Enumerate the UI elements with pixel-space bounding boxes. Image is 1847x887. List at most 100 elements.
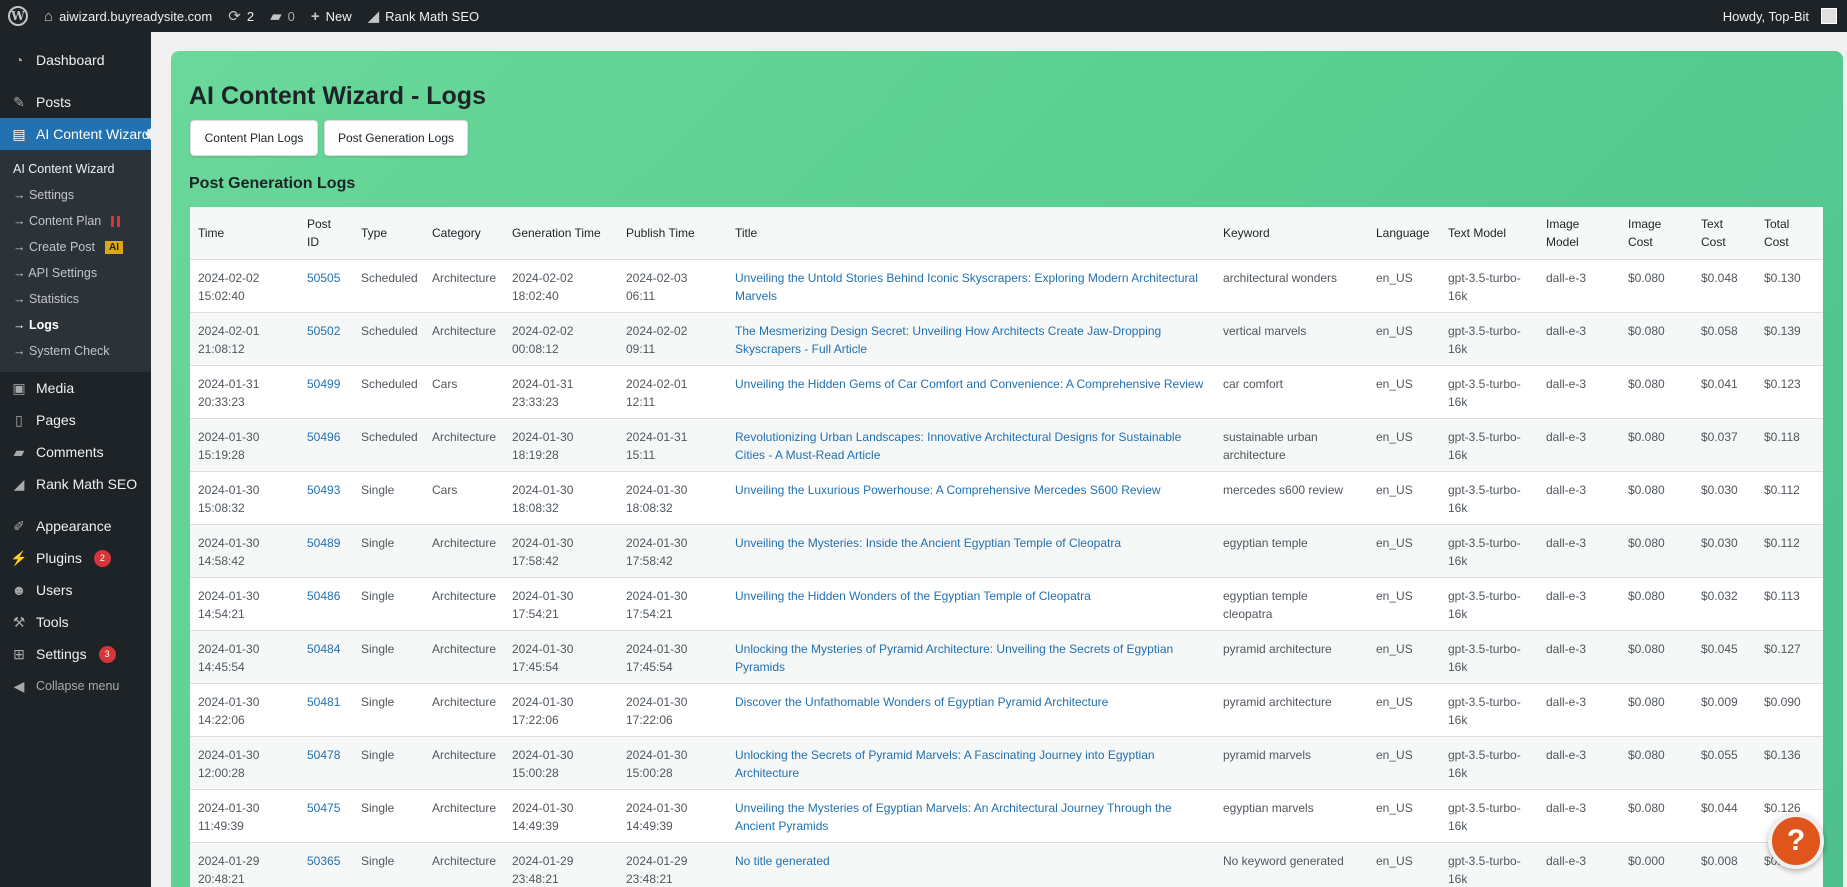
column-header-time: Time	[190, 207, 299, 260]
submenu-ai-content-wizard[interactable]: AI Content Wizard	[0, 156, 151, 182]
cell-image-model: dall-e-3	[1538, 630, 1620, 684]
cell-post-id-link[interactable]: 50493	[299, 471, 353, 525]
submenu-settings[interactable]: → Settings	[0, 182, 151, 208]
cell-language: en_US	[1368, 789, 1440, 843]
column-header-text-model: Text Model	[1440, 207, 1538, 260]
menu-pages[interactable]: ▯ Pages	[0, 404, 151, 436]
menu-tools[interactable]: ⚒ Tools	[0, 606, 151, 638]
cell-title-link[interactable]: Unveiling the Mysteries: Inside the Anci…	[727, 524, 1215, 578]
cell-keyword: egyptian marvels	[1215, 789, 1368, 843]
submenu-logs[interactable]: → Logs	[0, 312, 151, 338]
cell-post-id-link[interactable]: 50489	[299, 524, 353, 578]
cell-type: Single	[353, 736, 424, 790]
submenu-create-post[interactable]: → Create Post AI	[0, 234, 151, 260]
cell-post-id-link[interactable]: 50481	[299, 683, 353, 737]
menu-label: Tools	[36, 614, 69, 630]
cell-post-id-link[interactable]: 50365	[299, 842, 353, 887]
cell-image-model: dall-e-3	[1538, 577, 1620, 631]
menu-comments[interactable]: ▰ Comments	[0, 436, 151, 468]
cell-title-link[interactable]: Unlocking the Secrets of Pyramid Marvels…	[727, 736, 1215, 790]
cell-post-id-link[interactable]: 50486	[299, 577, 353, 631]
menu-posts[interactable]: ✎ Posts	[0, 86, 151, 118]
cell-publish-time: 2024-01-30 17:45:54	[618, 630, 727, 684]
cell-title-link[interactable]: Unlocking the Mysteries of Pyramid Archi…	[727, 630, 1215, 684]
table-row: 2024-01-31 20:33:23 50499 Scheduled Cars 202…	[190, 365, 1823, 419]
cell-category: Architecture	[424, 418, 504, 472]
cell-text-cost: $0.044	[1693, 789, 1756, 843]
wp-logo-menu[interactable]: W	[0, 0, 36, 32]
menu-rankmath[interactable]: ◢ Rank Math SEO	[0, 468, 151, 500]
menu-label: Collapse menu	[36, 679, 120, 693]
cell-title-link[interactable]: Discover the Unfathomable Wonders of Egy…	[727, 683, 1215, 737]
account-menu[interactable]: Howdy, Top-Bit	[1715, 0, 1847, 32]
cell-language: en_US	[1368, 312, 1440, 366]
cell-keyword: No keyword generated	[1215, 842, 1368, 887]
menu-media[interactable]: ▣ Media	[0, 372, 151, 404]
cell-title-link[interactable]: Unveiling the Luxurious Powerhouse: A Co…	[727, 471, 1215, 525]
cell-language: en_US	[1368, 842, 1440, 887]
menu-plugins[interactable]: ⚡ Plugins 2	[0, 542, 151, 574]
cell-publish-time: 2024-02-02 09:11	[618, 312, 727, 366]
column-header-title: Title	[727, 207, 1215, 260]
cell-title-link[interactable]: Unveiling the Untold Stories Behind Icon…	[727, 259, 1215, 313]
rankmath-link[interactable]: ◢ Rank Math SEO	[360, 0, 487, 32]
cell-total-cost: $0.139	[1756, 312, 1823, 366]
cell-keyword: egyptian temple	[1215, 524, 1368, 578]
post-generation-logs-button[interactable]: Post Generation Logs	[324, 120, 468, 156]
content-plan-logs-button[interactable]: Content Plan Logs	[190, 120, 318, 156]
cell-generation-time: 2024-01-30 17:58:42	[504, 524, 618, 578]
cell-post-id-link[interactable]: 50484	[299, 630, 353, 684]
cell-keyword: architectural wonders	[1215, 259, 1368, 313]
question-icon: ?	[1786, 824, 1806, 857]
site-name-link[interactable]: ⌂ aiwizard.buyreadysite.com	[36, 0, 220, 32]
cell-publish-time: 2024-01-30 18:08:32	[618, 471, 727, 525]
cell-post-id-link[interactable]: 50478	[299, 736, 353, 790]
cell-title-link[interactable]: Unveiling the Hidden Gems of Car Comfort…	[727, 365, 1215, 419]
cell-type: Scheduled	[353, 418, 424, 472]
collapse-menu-button[interactable]: ◀ Collapse menu	[0, 670, 151, 702]
cell-total-cost: $0.113	[1756, 577, 1823, 631]
ai-badge: AI	[104, 240, 123, 254]
cell-language: en_US	[1368, 418, 1440, 472]
cell-title-link[interactable]: Revolutionizing Urban Landscapes: Innova…	[727, 418, 1215, 472]
submenu-system-check[interactable]: → System Check	[0, 338, 151, 364]
cell-post-id-link[interactable]: 50499	[299, 365, 353, 419]
cell-title-link[interactable]: Unveiling the Hidden Wonders of the Egyp…	[727, 577, 1215, 631]
cell-title-link[interactable]: Unveiling the Mysteries of Egyptian Marv…	[727, 789, 1215, 843]
submenu-api-settings[interactable]: → API Settings	[0, 260, 151, 286]
section-title: Post Generation Logs	[189, 175, 356, 192]
cell-title-link[interactable]: No title generated	[727, 842, 1215, 887]
menu-dashboard[interactable]: ◔ Dashboard	[0, 44, 151, 76]
cell-category: Architecture	[424, 312, 504, 366]
cell-post-id-link[interactable]: 50502	[299, 312, 353, 366]
cell-generation-time: 2024-01-30 15:00:28	[504, 736, 618, 790]
cell-type: Single	[353, 683, 424, 737]
menu-appearance[interactable]: ✐ Appearance	[0, 510, 151, 542]
table-row: 2024-01-30 12:00:28 50478 Single Architectu…	[190, 736, 1823, 790]
menu-ai-content-wizard[interactable]: ▤ AI Content Wizard	[0, 118, 151, 150]
submenu-statistics[interactable]: → Statistics	[0, 286, 151, 312]
menu-label: Rank Math SEO	[36, 476, 138, 492]
cell-text-model: gpt-3.5-turbo-16k	[1440, 683, 1538, 737]
comments-link[interactable]: ▰ 0	[262, 0, 303, 32]
cell-total-cost: $0.090	[1756, 683, 1823, 737]
cell-language: en_US	[1368, 683, 1440, 737]
submenu-label: → Statistics	[13, 292, 79, 306]
cell-image-cost: $0.080	[1620, 789, 1693, 843]
cell-post-id-link[interactable]: 50505	[299, 259, 353, 313]
updates-link[interactable]: ⟳ 2	[220, 0, 262, 32]
help-button[interactable]: ?	[1768, 813, 1824, 869]
cell-post-id-link[interactable]: 50496	[299, 418, 353, 472]
cell-language: en_US	[1368, 630, 1440, 684]
submenu-content-plan[interactable]: → Content Plan	[0, 208, 151, 234]
cell-post-id-link[interactable]: 50475	[299, 789, 353, 843]
cell-time: 2024-02-02 15:02:40	[190, 259, 299, 313]
new-content-link[interactable]: + New	[303, 0, 360, 32]
menu-settings[interactable]: ⊞ Settings 3	[0, 638, 151, 670]
comments-count: 0	[287, 8, 295, 24]
cell-generation-time: 2024-01-30 17:54:21	[504, 577, 618, 631]
column-header-type: Type	[353, 207, 424, 260]
pages-icon: ▯	[15, 411, 23, 428]
menu-users[interactable]: ☻ Users	[0, 574, 151, 606]
cell-title-link[interactable]: The Mesmerizing Design Secret: Unveiling…	[727, 312, 1215, 366]
